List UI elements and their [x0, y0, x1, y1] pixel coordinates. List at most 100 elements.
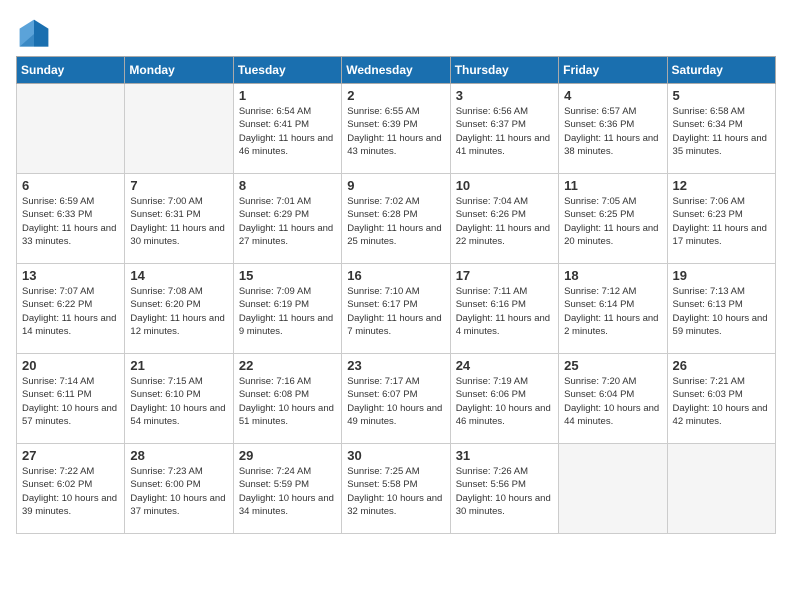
day-header-thursday: Thursday [450, 57, 558, 84]
day-number: 20 [22, 358, 119, 373]
day-cell: 13 Sunrise: 7:07 AM Sunset: 6:22 PM Dayli… [17, 264, 125, 354]
day-info: Sunrise: 6:58 AM Sunset: 6:34 PM Dayligh… [673, 105, 770, 158]
day-header-saturday: Saturday [667, 57, 775, 84]
day-info: Sunrise: 7:13 AM Sunset: 6:13 PM Dayligh… [673, 285, 770, 338]
day-cell: 17 Sunrise: 7:11 AM Sunset: 6:16 PM Dayli… [450, 264, 558, 354]
day-cell: 19 Sunrise: 7:13 AM Sunset: 6:13 PM Dayli… [667, 264, 775, 354]
day-cell: 24 Sunrise: 7:19 AM Sunset: 6:06 PM Dayli… [450, 354, 558, 444]
day-number: 23 [347, 358, 444, 373]
day-info: Sunrise: 7:21 AM Sunset: 6:03 PM Dayligh… [673, 375, 770, 428]
day-cell: 14Sunrise: 7:08 AM Sunset: 6:20 PM Dayli… [125, 264, 233, 354]
day-info: Sunrise: 7:22 AM Sunset: 6:02 PM Dayligh… [22, 465, 119, 518]
day-info: Sunrise: 7:00 AM Sunset: 6:31 PM Dayligh… [130, 195, 227, 248]
day-cell [559, 444, 667, 534]
day-number: 11 [564, 178, 661, 193]
day-info: Sunrise: 7:19 AM Sunset: 6:06 PM Dayligh… [456, 375, 553, 428]
day-info: Sunrise: 7:16 AM Sunset: 6:08 PM Dayligh… [239, 375, 336, 428]
day-cell: 4Sunrise: 6:57 AM Sunset: 6:36 PM Daylig… [559, 84, 667, 174]
day-cell: 25 Sunrise: 7:20 AM Sunset: 6:04 PM Dayli… [559, 354, 667, 444]
day-info: Sunrise: 7:23 AM Sunset: 6:00 PM Dayligh… [130, 465, 227, 518]
day-info: Sunrise: 7:05 AM Sunset: 6:25 PM Dayligh… [564, 195, 661, 248]
day-info: Sunrise: 7:09 AM Sunset: 6:19 PM Dayligh… [239, 285, 336, 338]
day-info: Sunrise: 7:04 AM Sunset: 6:26 PM Dayligh… [456, 195, 553, 248]
calendar-table: SundayMondayTuesdayWednesdayThursdayFrid… [16, 56, 776, 534]
day-cell: 23 Sunrise: 7:17 AM Sunset: 6:07 PM Dayli… [342, 354, 450, 444]
day-cell [667, 444, 775, 534]
day-number: 30 [347, 448, 444, 463]
day-number: 29 [239, 448, 336, 463]
day-info: Sunrise: 7:15 AM Sunset: 6:10 PM Dayligh… [130, 375, 227, 428]
day-number: 16 [347, 268, 444, 283]
day-number: 31 [456, 448, 553, 463]
day-cell: 12 Sunrise: 7:06 AM Sunset: 6:23 PM Dayli… [667, 174, 775, 264]
day-cell: 7 Sunrise: 7:00 AM Sunset: 6:31 PM Daylig… [125, 174, 233, 264]
day-cell: 26 Sunrise: 7:21 AM Sunset: 6:03 PM Dayli… [667, 354, 775, 444]
day-number: 22 [239, 358, 336, 373]
day-info: Sunrise: 6:59 AM Sunset: 6:33 PM Dayligh… [22, 195, 119, 248]
day-header-friday: Friday [559, 57, 667, 84]
day-info: Sunrise: 7:12 AM Sunset: 6:14 PM Dayligh… [564, 285, 661, 338]
day-header-sunday: Sunday [17, 57, 125, 84]
day-number: 27 [22, 448, 119, 463]
day-cell: 18 Sunrise: 7:12 AM Sunset: 6:14 PM Dayli… [559, 264, 667, 354]
day-info: Sunrise: 7:02 AM Sunset: 6:28 PM Dayligh… [347, 195, 444, 248]
day-number: 28 [130, 448, 227, 463]
day-number: 12 [673, 178, 770, 193]
day-cell: 29Sunrise: 7:24 AM Sunset: 5:59 PM Dayli… [233, 444, 341, 534]
day-info: Sunrise: 7:25 AM Sunset: 5:58 PM Dayligh… [347, 465, 444, 518]
day-cell: 21Sunrise: 7:15 AM Sunset: 6:10 PM Dayli… [125, 354, 233, 444]
day-info: Sunrise: 7:08 AM Sunset: 6:20 PM Dayligh… [130, 285, 227, 338]
day-number: 24 [456, 358, 553, 373]
day-info: Sunrise: 7:20 AM Sunset: 6:04 PM Dayligh… [564, 375, 661, 428]
week-row-3: 13 Sunrise: 7:07 AM Sunset: 6:22 PM Dayli… [17, 264, 776, 354]
day-info: Sunrise: 7:01 AM Sunset: 6:29 PM Dayligh… [239, 195, 336, 248]
day-number: 19 [673, 268, 770, 283]
day-cell [17, 84, 125, 174]
day-header-tuesday: Tuesday [233, 57, 341, 84]
day-number: 15 [239, 268, 336, 283]
week-row-4: 20 Sunrise: 7:14 AM Sunset: 6:11 PM Dayli… [17, 354, 776, 444]
day-cell: 27 Sunrise: 7:22 AM Sunset: 6:02 PM Dayli… [17, 444, 125, 534]
day-number: 17 [456, 268, 553, 283]
day-cell: 15 Sunrise: 7:09 AM Sunset: 6:19 PM Dayli… [233, 264, 341, 354]
logo [16, 16, 56, 52]
day-number: 25 [564, 358, 661, 373]
day-number: 10 [456, 178, 553, 193]
day-number: 6 [22, 178, 119, 193]
day-info: Sunrise: 7:11 AM Sunset: 6:16 PM Dayligh… [456, 285, 553, 338]
week-row-5: 27 Sunrise: 7:22 AM Sunset: 6:02 PM Dayli… [17, 444, 776, 534]
day-cell [125, 84, 233, 174]
day-cell: 22 Sunrise: 7:16 AM Sunset: 6:08 PM Dayli… [233, 354, 341, 444]
day-info: Sunrise: 6:56 AM Sunset: 6:37 PM Dayligh… [456, 105, 553, 158]
day-cell: 3 Sunrise: 6:56 AM Sunset: 6:37 PM Daylig… [450, 84, 558, 174]
day-cell: 9 Sunrise: 7:02 AM Sunset: 6:28 PM Daylig… [342, 174, 450, 264]
day-info: Sunrise: 7:14 AM Sunset: 6:11 PM Dayligh… [22, 375, 119, 428]
day-cell: 2 Sunrise: 6:55 AM Sunset: 6:39 PM Daylig… [342, 84, 450, 174]
day-number: 18 [564, 268, 661, 283]
day-number: 5 [673, 88, 770, 103]
day-number: 1 [239, 88, 336, 103]
day-number: 9 [347, 178, 444, 193]
day-number: 3 [456, 88, 553, 103]
page-header [16, 16, 776, 52]
day-info: Sunrise: 7:07 AM Sunset: 6:22 PM Dayligh… [22, 285, 119, 338]
day-cell: 1Sunrise: 6:54 AM Sunset: 6:41 PM Daylig… [233, 84, 341, 174]
day-cell: 8 Sunrise: 7:01 AM Sunset: 6:29 PM Daylig… [233, 174, 341, 264]
day-cell: 10 Sunrise: 7:04 AM Sunset: 6:26 PM Dayli… [450, 174, 558, 264]
day-cell: 28 Sunrise: 7:23 AM Sunset: 6:00 PM Dayli… [125, 444, 233, 534]
day-cell: 5 Sunrise: 6:58 AM Sunset: 6:34 PM Daylig… [667, 84, 775, 174]
day-number: 2 [347, 88, 444, 103]
day-number: 7 [130, 178, 227, 193]
day-cell: 20 Sunrise: 7:14 AM Sunset: 6:11 PM Dayli… [17, 354, 125, 444]
day-info: Sunrise: 7:06 AM Sunset: 6:23 PM Dayligh… [673, 195, 770, 248]
day-info: Sunrise: 7:17 AM Sunset: 6:07 PM Dayligh… [347, 375, 444, 428]
day-number: 26 [673, 358, 770, 373]
day-number: 8 [239, 178, 336, 193]
day-number: 4 [564, 88, 661, 103]
day-info: Sunrise: 6:55 AM Sunset: 6:39 PM Dayligh… [347, 105, 444, 158]
day-cell: 11 Sunrise: 7:05 AM Sunset: 6:25 PM Dayli… [559, 174, 667, 264]
day-cell: 31Sunrise: 7:26 AM Sunset: 5:56 PM Dayli… [450, 444, 558, 534]
day-cell: 6 Sunrise: 6:59 AM Sunset: 6:33 PM Daylig… [17, 174, 125, 264]
day-number: 13 [22, 268, 119, 283]
day-cell: 30 Sunrise: 7:25 AM Sunset: 5:58 PM Dayli… [342, 444, 450, 534]
